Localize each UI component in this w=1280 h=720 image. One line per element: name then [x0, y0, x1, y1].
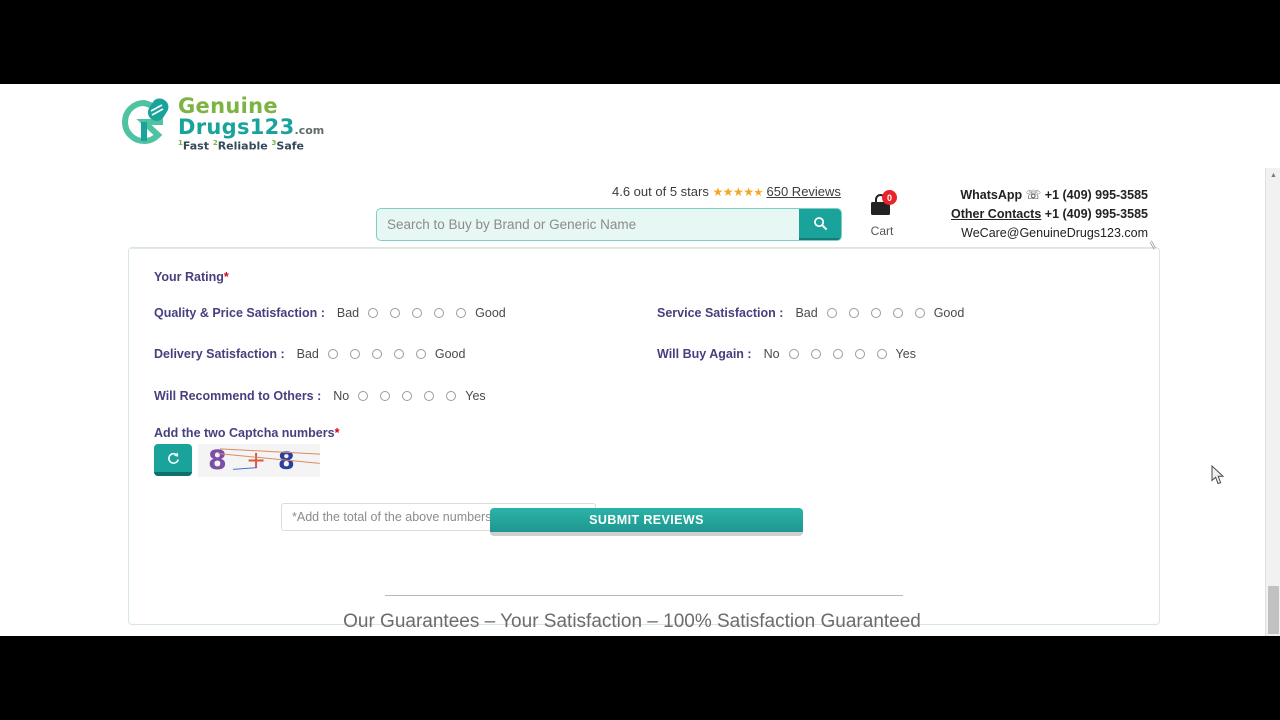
header-contacts: WhatsApp ☏ +1 (409) 995-3585 Other Conta…: [951, 186, 1148, 243]
rating-row-delivery: Delivery Satisfaction : Bad Good: [154, 347, 465, 361]
rating-radio[interactable]: [358, 391, 369, 401]
rating-radio[interactable]: [854, 349, 865, 359]
captcha-refresh-button[interactable]: [154, 444, 192, 476]
rating-row-will-recommend: Will Recommend to Others : No Yes: [154, 389, 486, 403]
your-rating-label: Your Rating*: [154, 270, 229, 284]
search-input[interactable]: [377, 209, 799, 240]
site-logo[interactable]: Genuine Drugs123.com 1Fast 2Reliable 3Sa…: [120, 94, 324, 152]
card-top-divider: [129, 248, 1159, 249]
review-form-card: // Your Rating* Quality & Price Satisfac…: [128, 240, 1160, 625]
other-contacts-number: +1 (409) 995-3585: [1044, 207, 1148, 221]
rating-high-label: Good: [933, 306, 965, 320]
rating-low-label: No: [763, 347, 780, 361]
rating-high-label: Good: [475, 306, 506, 320]
rating-radio-group[interactable]: [826, 308, 925, 318]
rating-radio[interactable]: [456, 308, 467, 318]
rating-row-quality-price: Quality & Price Satisfaction : Bad Good: [154, 306, 506, 320]
guarantees-divider: [385, 595, 903, 596]
rating-summary: 4.6 out of 5 stars ★★★★★ 650 Reviews: [612, 184, 841, 199]
captcha-row: 8 + 8: [154, 444, 320, 477]
logo-line-2: Drugs123.com: [178, 115, 325, 140]
cart-button[interactable]: 0 Cart: [862, 190, 902, 238]
rating-radio[interactable]: [327, 349, 338, 359]
rating-radio[interactable]: [415, 349, 426, 359]
logo-wordmark: Genuine Drugs123.com 1Fast 2Reliable 3Sa…: [178, 94, 324, 152]
whatsapp-label: WhatsApp: [960, 188, 1023, 202]
rating-radio-group[interactable]: [368, 308, 467, 318]
rating-radio[interactable]: [412, 308, 423, 318]
search-button[interactable]: [799, 209, 841, 240]
rating-radio[interactable]: [826, 308, 837, 318]
cart-count-badge: 0: [882, 190, 897, 205]
rating-row-label: Quality & Price Satisfaction :: [154, 306, 325, 320]
other-contacts-row: Other Contacts +1 (409) 995-3585: [951, 205, 1148, 224]
rating-low-label: No: [333, 389, 350, 403]
rating-radio[interactable]: [832, 349, 843, 359]
site-header: Genuine Drugs123.com 1Fast 2Reliable 3Sa…: [0, 84, 1264, 241]
textarea-resize-handle[interactable]: //: [1147, 240, 1158, 251]
rating-radio[interactable]: [424, 391, 435, 401]
logo-tagline: 1Fast 2Reliable 3Safe: [178, 139, 305, 153]
search-icon: [813, 216, 827, 230]
rating-radio[interactable]: [848, 308, 859, 318]
rating-low-label: Bad: [296, 347, 319, 361]
rating-radio-group[interactable]: [788, 349, 887, 359]
guarantees-heading: Our Guarantees – Your Satisfaction – 100…: [343, 611, 921, 632]
star-rating-icon: ★★★★★: [712, 185, 763, 199]
refresh-icon: [167, 452, 179, 464]
captcha-noise-line: [220, 448, 320, 455]
rating-row-label: Delivery Satisfaction :: [154, 347, 285, 361]
rating-row-label: Will Buy Again :: [657, 347, 752, 361]
whatsapp-number: +1 (409) 995-3585: [1044, 188, 1148, 202]
rating-radio[interactable]: [402, 391, 413, 401]
rating-radio[interactable]: [390, 308, 401, 318]
scrollbar-up-arrow[interactable]: ▲: [1266, 168, 1280, 183]
submit-reviews-button[interactable]: SUBMIT REVIEWS: [490, 508, 803, 536]
logo-mark-icon: [122, 98, 169, 145]
other-contacts-link[interactable]: Other Contacts: [951, 207, 1041, 221]
captcha-image: 8 + 8: [198, 444, 320, 477]
vertical-scrollbar[interactable]: ▲ ▼: [1265, 168, 1280, 636]
mouse-cursor: [1211, 465, 1225, 485]
whatsapp-row: WhatsApp ☏ +1 (409) 995-3585: [951, 186, 1148, 205]
rating-row-service: Service Satisfaction : Bad Good: [657, 306, 964, 320]
rating-radio[interactable]: [810, 349, 821, 359]
rating-low-label: Bad: [795, 306, 818, 320]
rating-row-label: Will Recommend to Others :: [154, 389, 322, 403]
scrollbar-thumb[interactable]: [1268, 586, 1279, 634]
email-row[interactable]: WeCare@GenuineDrugs123.com: [951, 224, 1148, 243]
captcha-noise-line: [218, 453, 320, 464]
cart-label: Cart: [870, 224, 894, 238]
required-asterisk: *: [334, 426, 340, 440]
search-bar[interactable]: [376, 208, 842, 241]
rating-high-label: Good: [434, 347, 466, 361]
rating-low-label: Bad: [336, 306, 360, 320]
rating-high-label: Yes: [465, 389, 486, 403]
rating-radio[interactable]: [349, 349, 360, 359]
browser-viewport: Genuine Drugs123.com 1Fast 2Reliable 3Sa…: [0, 84, 1280, 636]
rating-radio[interactable]: [870, 308, 881, 318]
logo-dotcom: .com: [294, 124, 325, 138]
required-asterisk: *: [223, 270, 229, 284]
rating-radio[interactable]: [434, 308, 445, 318]
rating-row-label: Service Satisfaction :: [657, 306, 784, 320]
rating-radio[interactable]: [876, 349, 887, 359]
rating-radio[interactable]: [446, 391, 457, 401]
rating-radio-group[interactable]: [358, 391, 457, 401]
reviews-count-link[interactable]: 650 Reviews: [767, 184, 841, 199]
rating-high-label: Yes: [895, 347, 916, 361]
rating-text: 4.6 out of 5 stars: [612, 184, 709, 199]
rating-radio[interactable]: [368, 308, 379, 318]
rating-radio[interactable]: [788, 349, 799, 359]
rating-radio[interactable]: [393, 349, 404, 359]
captcha-label: Add the two Captcha numbers*: [154, 426, 340, 440]
rating-radio-group[interactable]: [327, 349, 426, 359]
whatsapp-icon: ☏: [1025, 188, 1042, 202]
rating-radio[interactable]: [892, 308, 903, 318]
rating-radio[interactable]: [914, 308, 925, 318]
rating-radio[interactable]: [380, 391, 391, 401]
rating-radio[interactable]: [371, 349, 382, 359]
rating-row-will-buy-again: Will Buy Again : No Yes: [657, 347, 916, 361]
logo-line-1: Genuine: [178, 94, 278, 119]
